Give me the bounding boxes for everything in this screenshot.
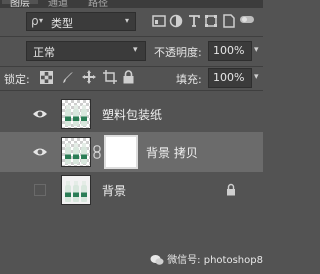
chevron-down-icon: ▾: [133, 45, 138, 55]
smart-object-filter-icon[interactable]: [222, 14, 236, 28]
blend-mode-select[interactable]: 正常 ▾: [26, 41, 146, 61]
lock-position-icon[interactable]: [82, 70, 96, 84]
pixel-layer-filter-icon[interactable]: [152, 14, 166, 28]
bottle-graphic: [73, 143, 79, 164]
opacity-label: 不透明度:: [154, 46, 202, 59]
watermark-text: 微信号: photoshop8: [167, 255, 263, 266]
wechat-watermark: 微信号: photoshop8: [150, 251, 263, 266]
lock-transparent-pixels-icon[interactable]: [40, 71, 53, 84]
wechat-icon: [150, 255, 164, 265]
lock-image-pixels-icon[interactable]: [61, 71, 74, 84]
chevron-down-icon[interactable]: ▾: [254, 45, 259, 55]
bottle-graphic: [65, 105, 71, 126]
opacity-field[interactable]: 100%: [208, 41, 252, 61]
search-icon: ρ: [31, 14, 39, 28]
bottle-graphic: [73, 181, 79, 202]
bottle-graphic: [65, 143, 71, 164]
fill-label: 填充:: [176, 73, 202, 86]
layer-name[interactable]: 背景 拷贝: [146, 144, 198, 161]
layer-mask-thumbnail[interactable]: [104, 135, 138, 169]
tab-channels[interactable]: 通道: [48, 0, 68, 8]
chevron-down-icon: ▾: [39, 16, 44, 25]
tab-layers[interactable]: 图层: [2, 0, 38, 8]
layer-row-plastic-wrap[interactable]: 塑料包装纸: [0, 96, 263, 132]
panel-tab-strip: 图层 通道 路径: [0, 0, 263, 8]
shape-layer-filter-icon[interactable]: [204, 14, 218, 28]
chain-link-icon[interactable]: [93, 145, 101, 159]
bottle-graphic: [81, 143, 87, 164]
type-layer-filter-icon[interactable]: [187, 14, 201, 28]
layer-name[interactable]: 塑料包装纸: [102, 106, 162, 123]
layer-name[interactable]: 背景: [102, 182, 126, 199]
visibility-toggle-empty[interactable]: [34, 184, 46, 196]
lock-artboard-icon[interactable]: [103, 70, 117, 84]
layer-thumbnail: [61, 175, 91, 205]
visibility-eye-icon[interactable]: [32, 146, 48, 158]
layer-thumbnail: [61, 99, 91, 129]
filter-toggle[interactable]: [240, 16, 254, 23]
opacity-value: 100%: [213, 44, 245, 57]
blend-mode-value: 正常: [33, 46, 55, 59]
chevron-down-icon[interactable]: ▾: [254, 72, 259, 82]
layer-thumbnail: [61, 137, 91, 167]
layer-kind-filter[interactable]: ρ ▾ 类型 ▾: [26, 12, 136, 31]
tab-paths[interactable]: 路径: [88, 0, 108, 8]
adjustment-layer-filter-icon[interactable]: [169, 14, 183, 28]
fill-value: 100%: [213, 71, 245, 84]
visibility-eye-icon[interactable]: [32, 108, 48, 120]
chevron-down-icon: ▾: [125, 16, 130, 25]
bottle-graphic: [65, 181, 71, 202]
bottle-graphic: [73, 105, 79, 126]
bottle-graphic: [81, 105, 87, 126]
layer-kind-label: 类型: [51, 17, 73, 30]
fill-field[interactable]: 100%: [208, 68, 252, 88]
lock-icon: [227, 183, 235, 196]
layer-row-background-copy[interactable]: 背景 拷贝: [0, 132, 263, 172]
lock-label: 锁定:: [4, 73, 30, 86]
bottle-graphic: [81, 181, 87, 202]
lock-all-icon[interactable]: [123, 70, 134, 84]
layer-row-background[interactable]: 背景: [0, 172, 263, 208]
